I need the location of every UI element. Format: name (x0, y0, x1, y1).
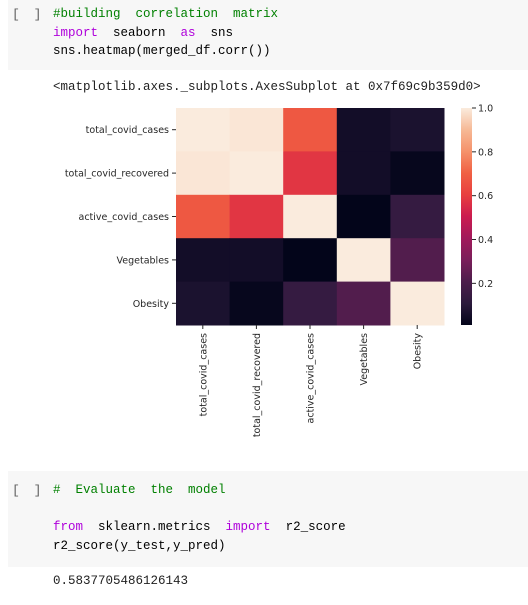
colorbar (461, 108, 472, 325)
code-text: sklearn.metrics (83, 520, 226, 534)
run-cell-button[interactable]: [ ] (12, 7, 44, 22)
colorbar-tick-label: 0.4 (478, 235, 493, 246)
heatmap-cell (390, 238, 445, 283)
cell-output-text: 0.5837705486126143 (53, 574, 189, 588)
heatmap-cell (390, 151, 445, 196)
code-line (53, 500, 346, 519)
heatmap-cell (229, 281, 284, 326)
heatmap-cell (283, 238, 338, 283)
heatmap-cell (283, 151, 338, 196)
code-comment: # Evaluate the model (53, 483, 226, 497)
correlation-heatmap: total_covid_casestotal_covid_recoveredac… (65, 104, 493, 438)
heatmap-cell (336, 151, 391, 196)
y-tick-label: Vegetables (117, 255, 170, 266)
code-text: sns.heatmap(merged_df.corr()) (53, 44, 271, 58)
heatmap-cell (390, 281, 445, 326)
y-tick-label: total_covid_cases (86, 125, 169, 136)
code-text: seaborn (98, 25, 181, 40)
heatmap-cell (283, 281, 338, 326)
code-keyword: import (225, 520, 271, 534)
x-tick-label: active_covid_cases (306, 333, 317, 424)
heatmap-cell (336, 108, 391, 152)
code-line: import seaborn as sns (53, 24, 278, 43)
heatmap-cell (390, 108, 445, 152)
code-text: sns (195, 25, 234, 40)
code-line: # Evaluate the model (53, 481, 346, 500)
cell-output-text: <matplotlib.axes._subplots.AxesSubplot a… (53, 80, 481, 94)
heatmap-cell (336, 281, 391, 326)
heatmap-cell (229, 238, 284, 283)
x-tick-label: Obesity (413, 333, 424, 370)
code-text: r2_score (270, 520, 346, 534)
y-tick-label: active_covid_cases (79, 212, 170, 223)
code-editor[interactable]: #building correlation matrix import seabo… (53, 5, 278, 61)
colorbar-tick-label: 1.0 (478, 104, 493, 115)
heatmap-cell (176, 194, 231, 239)
code-line: r2_score(y_test,y_pred) (53, 537, 346, 556)
heatmap-cell (229, 194, 284, 239)
heatmap-cell (390, 194, 445, 239)
code-keyword: import (53, 25, 99, 40)
heatmap-cell (176, 281, 231, 326)
colorbar-tick-label: 0.8 (478, 147, 493, 158)
code-editor[interactable]: # Evaluate the model from sklearn.metric… (53, 481, 346, 555)
heatmap-cell (176, 151, 231, 196)
x-tick-label: total_covid_recovered (252, 333, 263, 437)
x-tick-label: total_covid_cases (198, 333, 209, 416)
code-comment: #building correlation matrix (53, 7, 279, 21)
code-text: r2_score(y_test,y_pred) (53, 538, 226, 553)
code-line: from sklearn.metrics import r2_score (53, 518, 346, 537)
y-tick-label: Obesity (133, 299, 170, 310)
heatmap-cell (336, 194, 391, 239)
code-keyword: from (53, 520, 84, 534)
colorbar-tick-label: 0.6 (478, 191, 493, 202)
heatmap-cell (336, 238, 391, 283)
code-keyword: as (180, 25, 196, 40)
y-tick-label: total_covid_recovered (65, 169, 169, 180)
heatmap-cell (176, 238, 231, 283)
run-cell-button[interactable]: [ ] (12, 483, 44, 498)
heatmap-cell (229, 108, 284, 152)
x-tick-label: Vegetables (359, 333, 370, 386)
code-line: sns.heatmap(merged_df.corr()) (53, 42, 278, 61)
colorbar-tick-label: 0.2 (478, 279, 493, 290)
heatmap-cell (283, 194, 338, 239)
heatmap-cell (176, 108, 231, 152)
code-line: #building correlation matrix (53, 5, 278, 24)
heatmap-cell (283, 108, 338, 152)
heatmap-cell (229, 151, 284, 196)
